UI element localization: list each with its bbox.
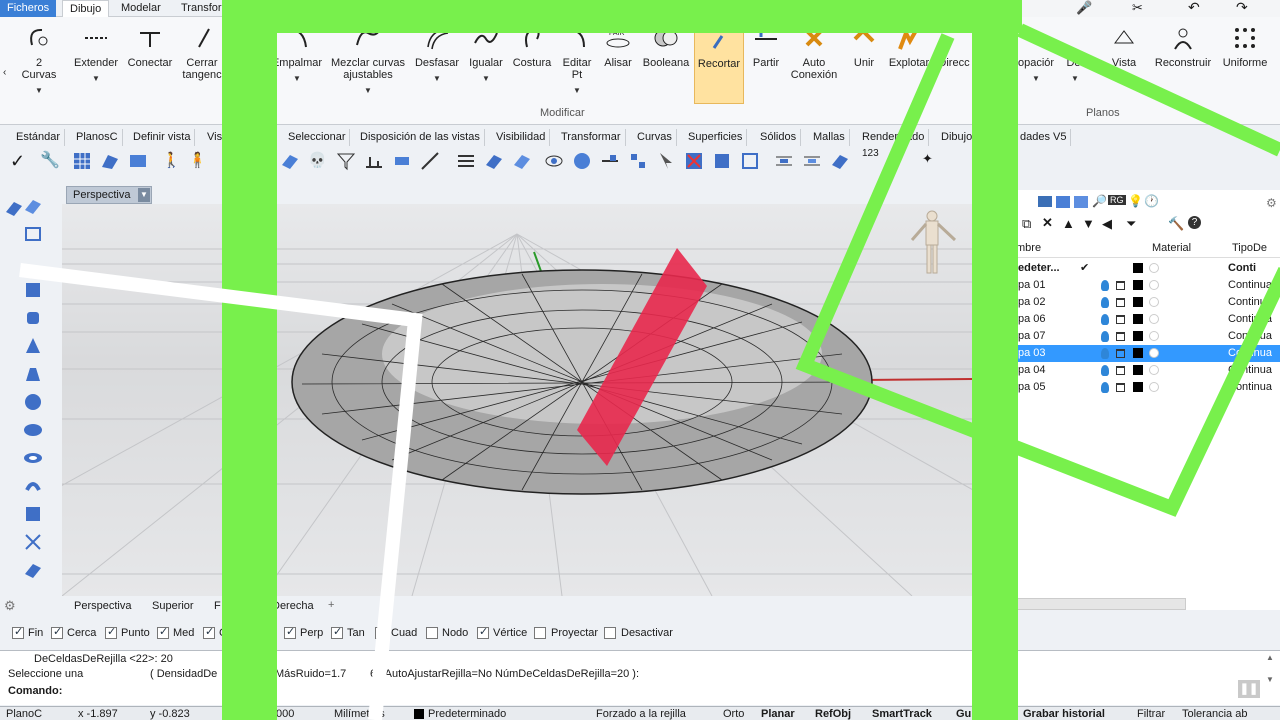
overlay-green-frame	[795, 33, 1280, 517]
overlay-shapes	[19, 23, 1280, 720]
overlay-white-frame	[19, 263, 423, 720]
pause-button[interactable]: ❚❚	[1238, 680, 1260, 698]
overlay-green-stroke	[1017, 23, 1280, 157]
